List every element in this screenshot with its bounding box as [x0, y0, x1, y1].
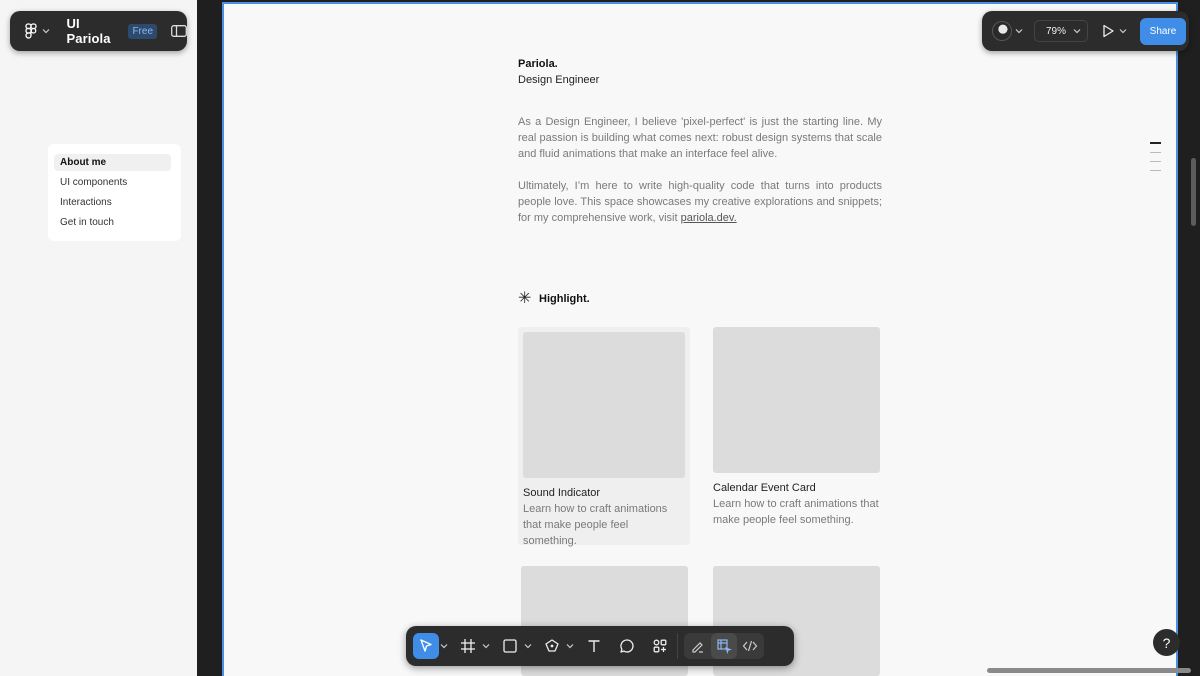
card-description: Learn how to craft animations that make …	[523, 503, 668, 547]
mode-switcher	[684, 633, 764, 659]
chevron-down-icon[interactable]	[565, 633, 575, 659]
highlight-title: Highlight.	[539, 293, 590, 305]
canvas-gutter	[197, 0, 222, 676]
asterisk-icon: ✳	[518, 290, 532, 307]
vertical-scrollbar[interactable]	[1191, 158, 1196, 226]
chevron-down-icon[interactable]	[1015, 28, 1025, 34]
bottom-toolbar	[406, 626, 794, 666]
highlight-card[interactable]: Sound Indicator Learn how to craft anima…	[518, 327, 690, 547]
section-tick[interactable]	[1150, 170, 1161, 171]
rectangle-tool-icon[interactable]	[497, 633, 523, 659]
comment-tool-icon[interactable]	[614, 633, 640, 659]
move-tool-icon[interactable]	[413, 633, 439, 659]
dev-mode-icon[interactable]	[737, 633, 763, 659]
chevron-down-icon[interactable]	[42, 26, 51, 36]
text-tool-icon[interactable]	[581, 633, 607, 659]
nav-item-about-me[interactable]: About me	[54, 154, 171, 171]
canvas-gutter-right	[1180, 0, 1200, 676]
card-title: Calendar Event Card	[713, 482, 816, 494]
section-tick-active[interactable]	[1150, 142, 1161, 144]
nav-item-ui-components[interactable]: UI components	[54, 174, 171, 191]
second-paragraph: Ultimately, I’m here to write high-quali…	[518, 178, 882, 226]
toolbar-divider	[677, 633, 678, 659]
card-title: Sound Indicator	[523, 487, 601, 499]
section-tick[interactable]	[1150, 152, 1161, 153]
profile-name: Pariola.	[518, 58, 558, 70]
page-nav: About me UI components Interactions Get …	[48, 144, 181, 241]
plan-badge: Free	[128, 23, 157, 39]
pen-tool-icon[interactable]	[539, 633, 565, 659]
user-avatar[interactable]	[992, 21, 1012, 41]
top-right-toolbar: 79% Share	[982, 11, 1189, 51]
help-button[interactable]: ?	[1153, 629, 1180, 656]
chevron-down-icon[interactable]	[1119, 28, 1129, 34]
zoom-value: 79%	[1046, 25, 1067, 37]
file-name[interactable]: UI Pariola	[67, 16, 121, 46]
share-button[interactable]: Share	[1140, 17, 1186, 45]
highlight-heading: ✳ Highlight.	[518, 291, 590, 307]
present-play-icon[interactable]	[1102, 24, 1116, 38]
highlight-card[interactable]: Calendar Event Card Learn how to craft a…	[713, 327, 880, 528]
sidebar-toggle-icon[interactable]	[171, 24, 187, 38]
card-thumbnail	[523, 332, 685, 478]
chevron-down-icon[interactable]	[439, 633, 449, 659]
intro-paragraph: As a Design Engineer, I believe 'pixel-p…	[518, 116, 882, 160]
nav-item-interactions[interactable]: Interactions	[54, 194, 171, 211]
actions-tool-icon[interactable]	[647, 633, 673, 659]
file-menu[interactable]: UI Pariola Free	[10, 11, 187, 51]
about-section: Pariola. Design Engineer As a Design Eng…	[518, 56, 884, 224]
frame-tool-icon[interactable]	[455, 633, 481, 659]
draw-mode-icon[interactable]	[685, 633, 711, 659]
left-panel	[0, 0, 197, 676]
nav-item-get-in-touch[interactable]: Get in touch	[54, 214, 171, 231]
section-indicator[interactable]	[1150, 142, 1162, 179]
portfolio-link[interactable]: pariola.dev.	[681, 212, 737, 224]
card-thumbnail	[713, 327, 880, 473]
zoom-control[interactable]: 79%	[1034, 20, 1088, 42]
chevron-down-icon	[1073, 29, 1081, 34]
figma-logo-icon[interactable]	[22, 21, 40, 41]
chevron-down-icon[interactable]	[481, 633, 491, 659]
canvas-frame[interactable]	[222, 2, 1178, 676]
card-description: Learn how to craft animations that make …	[713, 498, 879, 526]
profile-role: Design Engineer	[518, 74, 600, 86]
design-mode-icon[interactable]	[711, 633, 737, 659]
chevron-down-icon[interactable]	[523, 633, 533, 659]
horizontal-scrollbar[interactable]	[987, 668, 1191, 673]
section-tick[interactable]	[1150, 161, 1161, 162]
